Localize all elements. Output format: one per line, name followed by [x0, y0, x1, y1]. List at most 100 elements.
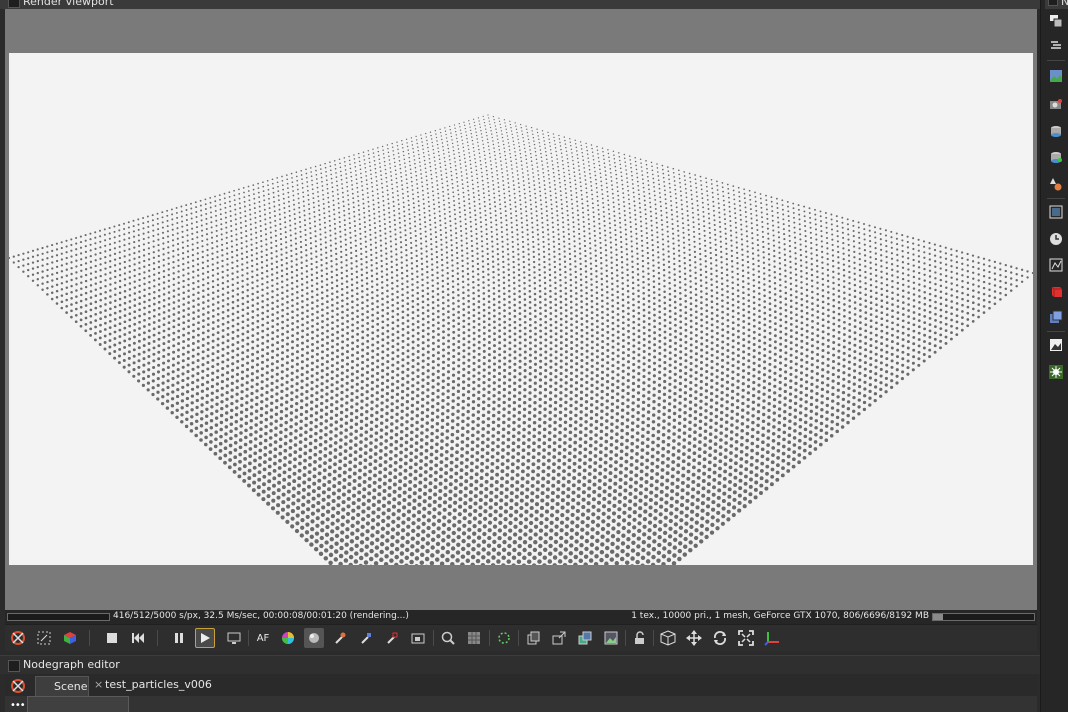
particle: [487, 145, 490, 147]
particle: [290, 276, 294, 279]
particle: [104, 250, 107, 253]
particle: [301, 335, 304, 339]
particle: [291, 185, 294, 188]
particle: [528, 273, 531, 277]
particle: [416, 187, 419, 190]
particle: [241, 279, 244, 283]
particle: [315, 287, 319, 291]
particle: [310, 171, 313, 173]
particle: [320, 176, 323, 179]
particle: [396, 379, 400, 383]
particle: [17, 253, 20, 257]
particle: [447, 351, 451, 355]
particle: [70, 297, 73, 300]
particle: [70, 309, 73, 313]
particle: [584, 270, 588, 273]
particle: [114, 275, 117, 279]
particle: [281, 351, 284, 355]
particle: [486, 252, 489, 256]
particle: [238, 445, 243, 450]
particle: [342, 200, 345, 203]
particle: [41, 288, 44, 292]
particle: [357, 204, 360, 207]
particle: [629, 221, 632, 224]
particle: [65, 245, 68, 248]
particle: [553, 175, 555, 178]
particle: [226, 247, 229, 250]
particle: [51, 267, 54, 270]
particle: [508, 190, 511, 193]
particle: [590, 181, 592, 183]
particle: [484, 154, 486, 156]
particle: [157, 283, 161, 286]
particle: [300, 386, 304, 390]
particle: [624, 233, 628, 236]
particle: [507, 284, 511, 287]
particle: [234, 419, 239, 424]
particle: [706, 198, 709, 201]
particle: [451, 142, 454, 145]
render-image[interactable]: [9, 53, 1033, 565]
particle: [214, 437, 218, 442]
particle: [175, 401, 180, 405]
particle: [186, 244, 189, 248]
particle: [294, 422, 298, 426]
particle: [507, 268, 510, 271]
particle: [481, 245, 484, 248]
panel-toggle-checkbox[interactable]: [8, 0, 20, 8]
particle: [396, 145, 399, 147]
particle: [569, 185, 572, 188]
particle: [325, 379, 329, 383]
particle: [261, 348, 265, 352]
particle: [523, 315, 527, 318]
particle: [390, 255, 393, 258]
particle: [670, 209, 673, 211]
particle: [118, 229, 121, 232]
particle: [440, 131, 442, 134]
particle: [648, 192, 651, 195]
particle: [132, 230, 135, 233]
particle: [109, 271, 112, 274]
particle: [343, 214, 346, 217]
particle: [41, 252, 44, 255]
particle: [216, 343, 220, 347]
particle: [379, 244, 383, 247]
particle: [498, 329, 501, 333]
particle: [676, 220, 679, 223]
particle: [175, 211, 178, 214]
particle: [113, 305, 117, 309]
particle: [270, 375, 274, 379]
particle: [467, 283, 470, 286]
particle: [553, 255, 556, 258]
particle: [626, 185, 629, 188]
particle: [228, 200, 231, 203]
particle: [543, 255, 546, 259]
particle: [152, 308, 156, 312]
particle: [576, 209, 579, 212]
particle: [398, 156, 400, 158]
particle: [161, 368, 165, 372]
particle: [391, 146, 394, 148]
particle: [230, 395, 234, 399]
particle: [261, 341, 265, 345]
particle: [442, 348, 445, 352]
particle: [306, 339, 309, 343]
particle: [108, 232, 111, 235]
particle: [128, 248, 131, 251]
particle: [492, 143, 495, 146]
particle: [80, 258, 83, 261]
particle: [294, 232, 297, 235]
particle: [629, 159, 631, 161]
particle: [492, 276, 495, 279]
particle: [249, 412, 254, 416]
particle: [304, 224, 307, 227]
particle: [291, 352, 294, 356]
particle: [311, 336, 314, 340]
particle: [644, 208, 647, 211]
particle: [394, 243, 398, 246]
particle: [142, 254, 146, 257]
particle: [177, 293, 181, 296]
particle: [455, 241, 458, 244]
particle: [349, 411, 354, 416]
particle: [381, 297, 384, 301]
